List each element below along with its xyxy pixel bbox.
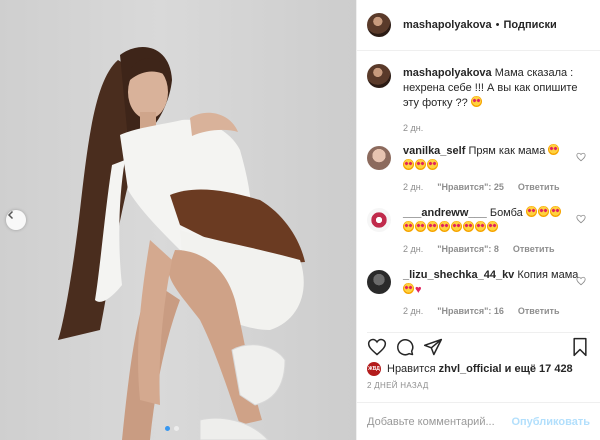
comment-time[interactable]: 2 дн.: [403, 304, 423, 319]
heart-eyes-emoji-icon: [549, 206, 561, 217]
heart-eyes-emoji-icon: [403, 283, 414, 294]
post-actions: [367, 332, 590, 358]
reply-button[interactable]: Ответить: [518, 304, 560, 319]
list-item: ___andreww___ Бомба 2 дн. "Нравится": 8 …: [367, 196, 590, 258]
post-sidebar: mashapolyakova • Подписки mashapolyakova…: [356, 0, 600, 440]
heart-eyes-emoji-icon: [548, 144, 560, 155]
liker-avatar[interactable]: ЖВД: [367, 362, 381, 376]
likes-user[interactable]: zhvl_official: [439, 363, 502, 375]
red-heart-icon: ♥: [415, 284, 422, 296]
comment-text: Копия мама: [517, 269, 579, 281]
like-comment-heart-icon[interactable]: [576, 214, 586, 224]
heart-eyes-emoji-icon: [427, 159, 438, 170]
like-comment-heart-icon[interactable]: [576, 152, 586, 162]
carousel-dot: [174, 426, 179, 431]
post-date[interactable]: 2 ДНЕЙ НАЗАД: [367, 381, 429, 390]
header-username[interactable]: mashapolyakova: [403, 19, 492, 31]
comment-likes[interactable]: "Нравится": 16: [437, 304, 504, 319]
heart-eyes-emoji-icon: [487, 221, 498, 232]
comment-icon[interactable]: [395, 337, 415, 357]
heart-eyes-emoji-icon: [415, 221, 426, 232]
comment-input[interactable]: [367, 415, 512, 428]
post-photo[interactable]: [0, 0, 356, 440]
comment-username[interactable]: _lizu_shechka_44_kv: [403, 269, 514, 281]
heart-eyes-emoji-icon: [451, 221, 462, 232]
likes-prefix: Нравится: [387, 363, 436, 375]
heart-eyes-emoji-icon: [475, 221, 486, 232]
add-comment-bar: Опубликовать: [357, 402, 600, 440]
list-item: vanilka_self Прям как мама 2 дн. "Нравит…: [367, 134, 590, 196]
list-item: _lizu_shechka_44_kv Копия мама ♥ 2 дн. "…: [367, 258, 590, 320]
heart-eyes-emoji-icon: [470, 96, 482, 107]
comment-text: Прям как мама: [468, 145, 546, 157]
likes-summary: ЖВД Нравится zhvl_official и ещё 17 428: [367, 362, 590, 376]
reply-button[interactable]: Ответить: [518, 180, 560, 195]
comment-username[interactable]: ___andreww___: [403, 207, 487, 219]
heart-eyes-emoji-icon: [403, 221, 414, 232]
share-icon[interactable]: [423, 337, 443, 357]
likes-count[interactable]: и ещё 17 428: [505, 363, 573, 375]
avatar[interactable]: [367, 270, 391, 294]
avatar[interactable]: [367, 208, 391, 232]
heart-eyes-emoji-icon: [439, 221, 450, 232]
carousel-prev-button[interactable]: [6, 210, 26, 230]
caption: mashapolyakova Мама сказала : нехрена се…: [367, 52, 590, 134]
carousel-indicator: [165, 426, 179, 431]
avatar[interactable]: [367, 146, 391, 170]
heart-eyes-emoji-icon: [537, 206, 549, 217]
post-header: mashapolyakova • Подписки: [357, 0, 600, 51]
following-button[interactable]: Подписки: [504, 19, 557, 31]
avatar[interactable]: [367, 64, 391, 88]
comment-likes[interactable]: "Нравится": 8: [437, 242, 499, 257]
header-separator: •: [495, 19, 500, 31]
comment-time[interactable]: 2 дн.: [403, 180, 423, 195]
heart-eyes-emoji-icon: [403, 159, 414, 170]
heart-eyes-emoji-icon: [415, 159, 426, 170]
bookmark-icon[interactable]: [570, 337, 590, 357]
comment-text: Бомба: [489, 207, 523, 219]
heart-icon[interactable]: [367, 337, 387, 357]
chevron-left-icon: [7, 210, 14, 220]
heart-eyes-emoji-icon: [463, 221, 474, 232]
reply-button[interactable]: Ответить: [513, 242, 555, 257]
carousel-dot-active: [165, 426, 170, 431]
photo-illustration: [58, 47, 305, 440]
comment-likes[interactable]: "Нравится": 25: [437, 180, 504, 195]
comment-username[interactable]: vanilka_self: [403, 145, 465, 157]
comment-time[interactable]: 2 дн.: [403, 242, 423, 257]
avatar[interactable]: [367, 13, 391, 37]
caption-username[interactable]: mashapolyakova: [403, 67, 492, 79]
publish-button[interactable]: Опубликовать: [511, 416, 590, 428]
comments-list[interactable]: mashapolyakova Мама сказала : нехрена се…: [357, 52, 600, 332]
like-comment-heart-icon[interactable]: [576, 276, 586, 286]
heart-eyes-emoji-icon: [427, 221, 438, 232]
heart-eyes-emoji-icon: [525, 206, 537, 217]
